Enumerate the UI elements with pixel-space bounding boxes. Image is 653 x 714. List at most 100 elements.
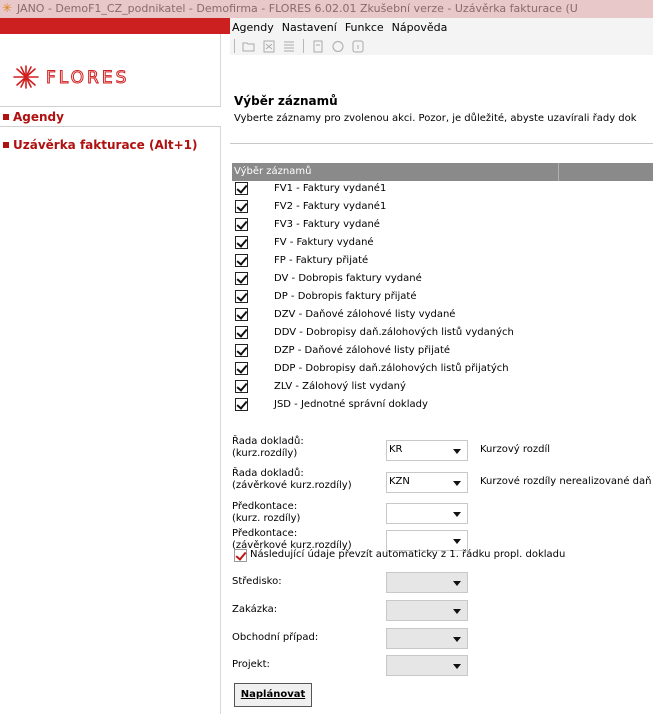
- flores-logo: FLORES: [10, 64, 166, 90]
- dropdown-arrow-icon[interactable]: [453, 539, 461, 544]
- predk-kurz-label-line2: (kurz. rozdíly): [232, 513, 301, 524]
- list-item-label: DDP - Dobropisy daň.zálohových listů při…: [274, 363, 509, 374]
- bullet-icon: [3, 114, 9, 120]
- list-item-checkbox[interactable]: [235, 290, 248, 303]
- list-item[interactable]: DDV - Dobropisy daň.zálohových listů vyd…: [232, 325, 653, 343]
- zakazka-select[interactable]: [386, 600, 468, 621]
- list-item[interactable]: FV1 - Faktury vydané1: [232, 181, 653, 199]
- page-description: Vyberte záznamy pro zvolenou akci. Pozor…: [234, 113, 637, 124]
- app-icon: [2, 0, 14, 17]
- projekt-label: Projekt:: [232, 659, 270, 670]
- sidebar-item-label: Agendy: [13, 110, 64, 124]
- dropdown-arrow-icon[interactable]: [453, 637, 461, 642]
- menu-agendy[interactable]: Agendy: [230, 20, 278, 36]
- toolbar-separator: [303, 39, 304, 53]
- predk-kurz-label: Předkontace: (kurz. rozdíly): [232, 501, 300, 525]
- predk-kurz-select[interactable]: [386, 503, 468, 524]
- list-item-checkbox[interactable]: [235, 380, 248, 393]
- obchodni-pripad-label: Obchodní případ:: [232, 632, 319, 643]
- sidebar-item-uzaverka[interactable]: Uzávěrka fakturace (Alt+1): [0, 135, 221, 156]
- toolbar-separator: [234, 39, 235, 53]
- page-icon[interactable]: [310, 39, 326, 54]
- list-item[interactable]: FP - Faktury přijaté: [232, 253, 653, 271]
- auto-takeover-checkbox[interactable]: [234, 549, 247, 562]
- list-item-checkbox[interactable]: [235, 200, 248, 213]
- list-item[interactable]: FV - Faktury vydané: [232, 235, 653, 253]
- rada-zav-select[interactable]: KZN: [386, 472, 468, 493]
- predk-zav-label-line1: Předkontace:: [232, 528, 298, 539]
- list-item[interactable]: DP - Dobropis faktury přijaté: [232, 289, 653, 307]
- dropdown-arrow-icon[interactable]: [453, 664, 461, 669]
- divider: [230, 143, 653, 144]
- list-item-label: FP - Faktury přijaté: [274, 255, 369, 266]
- list-item[interactable]: JSD - Jednotné správní doklady: [232, 397, 653, 415]
- rada-zav-value: KZN: [389, 476, 410, 487]
- rada-kurz-label: Řada dokladů: (kurz.rozdíly): [232, 436, 304, 460]
- list-item-label: FV - Faktury vydané: [274, 237, 374, 248]
- menu-napoveda[interactable]: Nápověda: [388, 20, 452, 36]
- menu-bar: Agendy Nastavení Funkce Nápověda: [230, 18, 653, 55]
- list-item[interactable]: DV - Dobropis faktury vydané: [232, 271, 653, 289]
- rada-kurz-description: Kurzový rozdíl: [480, 444, 551, 455]
- list-item-label: JSD - Jednotné správní doklady: [274, 399, 428, 410]
- help-circle-icon[interactable]: [330, 39, 346, 54]
- rada-zav-label: Řada dokladů: (závěrkové kurz.rozdíly): [232, 468, 352, 492]
- list-item-checkbox[interactable]: [235, 254, 248, 267]
- list-item-checkbox[interactable]: [235, 344, 248, 357]
- list-item-label: FV1 - Faktury vydané1: [274, 183, 387, 194]
- list-item-checkbox[interactable]: [235, 308, 248, 321]
- close-doc-icon[interactable]: [261, 39, 277, 54]
- list-item-checkbox[interactable]: [235, 218, 248, 231]
- sidebar-item-label: Uzávěrka fakturace (Alt+1): [13, 138, 198, 152]
- window-title: JANO - DemoF1_CZ_podnikatel - Demofirma …: [17, 2, 578, 15]
- sidebar-item-agendy[interactable]: Agendy: [0, 106, 221, 127]
- dropdown-arrow-icon[interactable]: [453, 449, 461, 454]
- list-icon[interactable]: [281, 39, 297, 54]
- rada-kurz-label-line1: Řada dokladů:: [232, 436, 304, 447]
- list-item[interactable]: FV3 - Faktury vydané: [232, 217, 653, 235]
- rada-kurz-select[interactable]: KR: [386, 440, 468, 461]
- folder-open-icon[interactable]: [241, 39, 257, 54]
- page-title: Výběr záznamů: [234, 94, 338, 108]
- flores-wordmark: FLORES: [46, 68, 127, 88]
- main-panel: Agendy Nastavení Funkce Nápověda Výběr z…: [230, 18, 653, 714]
- list-item-label: DV - Dobropis faktury vydané: [274, 273, 422, 284]
- list-item-checkbox[interactable]: [235, 182, 248, 195]
- naplanovat-button[interactable]: Naplánovat: [234, 683, 312, 707]
- window-title-bar: JANO - DemoF1_CZ_podnikatel - Demofirma …: [0, 0, 653, 18]
- projekt-select[interactable]: [386, 655, 468, 676]
- rada-zav-label-line1: Řada dokladů:: [232, 468, 304, 479]
- list-item-checkbox[interactable]: [235, 362, 248, 375]
- column-separator[interactable]: [558, 163, 559, 181]
- list-item-checkbox[interactable]: [235, 272, 248, 285]
- stredisko-select[interactable]: [386, 572, 468, 593]
- list-item-checkbox[interactable]: [235, 398, 248, 411]
- obchodni-pripad-select[interactable]: [386, 628, 468, 649]
- dropdown-arrow-icon[interactable]: [453, 581, 461, 586]
- list-item-checkbox[interactable]: [235, 326, 248, 339]
- menu-funkce[interactable]: Funkce: [341, 20, 388, 36]
- rada-kurz-value: KR: [389, 444, 403, 455]
- sidebar: FLORES Agendy Uzávěrka fakturace (Alt+1): [0, 34, 221, 714]
- rada-zav-description: Kurzové rozdíly nerealizované daň: [480, 476, 652, 487]
- auto-takeover-label: Následující údaje převzít automaticky z …: [250, 549, 566, 560]
- list-item[interactable]: DDP - Dobropisy daň.zálohových listů při…: [232, 361, 653, 379]
- list-item-label: FV3 - Faktury vydané: [274, 219, 380, 230]
- list-item[interactable]: FV2 - Faktury vydané1: [232, 199, 653, 217]
- list-header-label: Výběr záznamů: [234, 166, 312, 177]
- sidebar-top-strip: [0, 18, 230, 34]
- rada-zav-label-line2: (závěrkové kurz.rozdíly): [232, 480, 352, 491]
- dropdown-arrow-icon[interactable]: [453, 609, 461, 614]
- list-item[interactable]: DZV - Daňové zálohové listy vydané: [232, 307, 653, 325]
- info-icon[interactable]: [350, 39, 366, 54]
- list-item-label: DP - Dobropis faktury přijaté: [274, 291, 417, 302]
- dropdown-arrow-icon[interactable]: [453, 481, 461, 486]
- dropdown-arrow-icon[interactable]: [453, 512, 461, 517]
- list-item-checkbox[interactable]: [235, 236, 248, 249]
- naplanovat-button-label: Naplánovat: [240, 689, 306, 700]
- list-item[interactable]: DZP - Daňové zálohové listy přijaté: [232, 343, 653, 361]
- predk-zav-select[interactable]: [386, 530, 468, 551]
- menu-nastaveni[interactable]: Nastavení: [278, 20, 341, 36]
- list-item[interactable]: ZLV - Zálohový list vydaný: [232, 379, 653, 397]
- stredisko-label: Středisko:: [232, 576, 282, 587]
